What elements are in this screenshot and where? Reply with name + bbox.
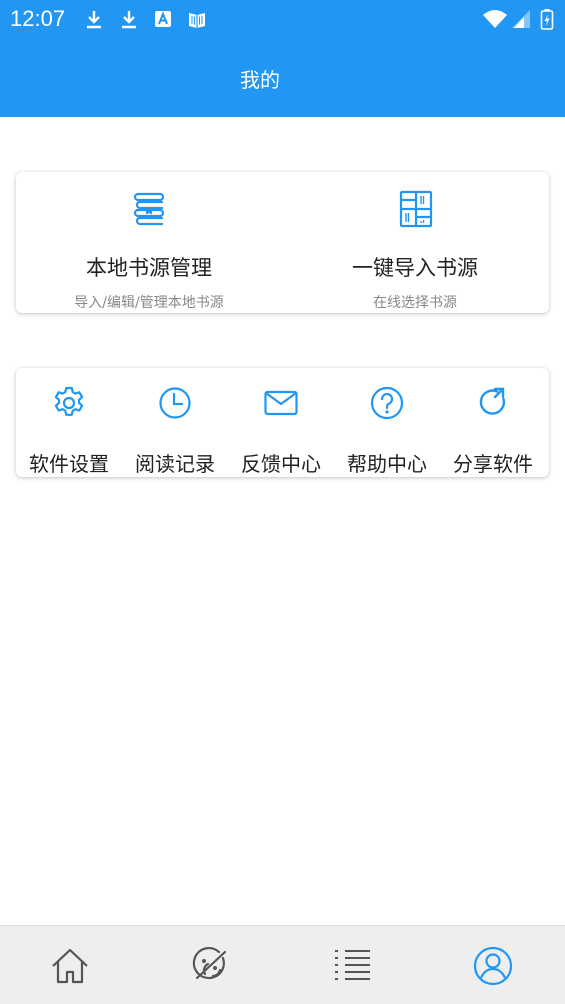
feedback-button[interactable]: 反馈中心 [228, 368, 334, 477]
source-title: 一键导入书源 [352, 256, 478, 280]
nav-discover[interactable] [141, 926, 282, 1004]
share-app-button[interactable]: 分享软件 [440, 368, 546, 477]
tool-label: 软件设置 [29, 452, 109, 476]
source-title: 本地书源管理 [86, 256, 212, 280]
gear-icon [54, 386, 84, 416]
source-subtitle: 在线选择书源 [373, 295, 457, 311]
help-button[interactable]: 帮助中心 [334, 368, 440, 477]
nav-home[interactable] [0, 926, 141, 1004]
bottom-nav [0, 925, 565, 1004]
nav-list[interactable] [282, 926, 423, 1004]
signal-icon [512, 10, 530, 28]
home-icon [52, 948, 88, 984]
wifi-icon [483, 10, 507, 28]
source-card: 本地书源管理 导入/编辑/管理本地书源 一键导入书源 在线选择书源 [16, 172, 549, 313]
status-bar: 12:07 [0, 0, 565, 40]
books-stack-icon [133, 192, 165, 226]
help-icon [370, 386, 404, 420]
local-source-manage-button[interactable]: 本地书源管理 导入/编辑/管理本地书源 [16, 172, 282, 313]
download-icon [87, 11, 101, 29]
settings-button[interactable]: 软件设置 [16, 368, 122, 477]
status-time: 12:07 [10, 6, 66, 31]
bookshelf-icon [399, 190, 433, 228]
reading-history-button[interactable]: 阅读记录 [122, 368, 228, 477]
tools-card: 软件设置 阅读记录 反馈中心 帮助中心 分享软件 [16, 368, 549, 477]
battery-icon [540, 9, 554, 30]
share-icon [479, 387, 506, 415]
one-click-import-button[interactable]: 一键导入书源 在线选择书源 [282, 172, 548, 313]
source-subtitle: 导入/编辑/管理本地书源 [74, 295, 224, 311]
profile-icon [473, 946, 513, 986]
mail-icon [264, 390, 298, 416]
font-a-icon [155, 11, 171, 27]
download-icon [122, 11, 136, 29]
discover-icon [192, 947, 227, 980]
tool-label: 分享软件 [453, 452, 533, 476]
tool-label: 反馈中心 [241, 452, 321, 476]
app-header: 12:07 我的 [0, 0, 565, 117]
page-title: 我的 [240, 68, 280, 92]
tool-label: 帮助中心 [347, 452, 427, 476]
nav-profile[interactable] [423, 926, 564, 1004]
tool-label: 阅读记录 [135, 452, 215, 476]
book-icon [189, 13, 205, 28]
clock-icon [159, 387, 191, 419]
list-icon [335, 950, 370, 980]
